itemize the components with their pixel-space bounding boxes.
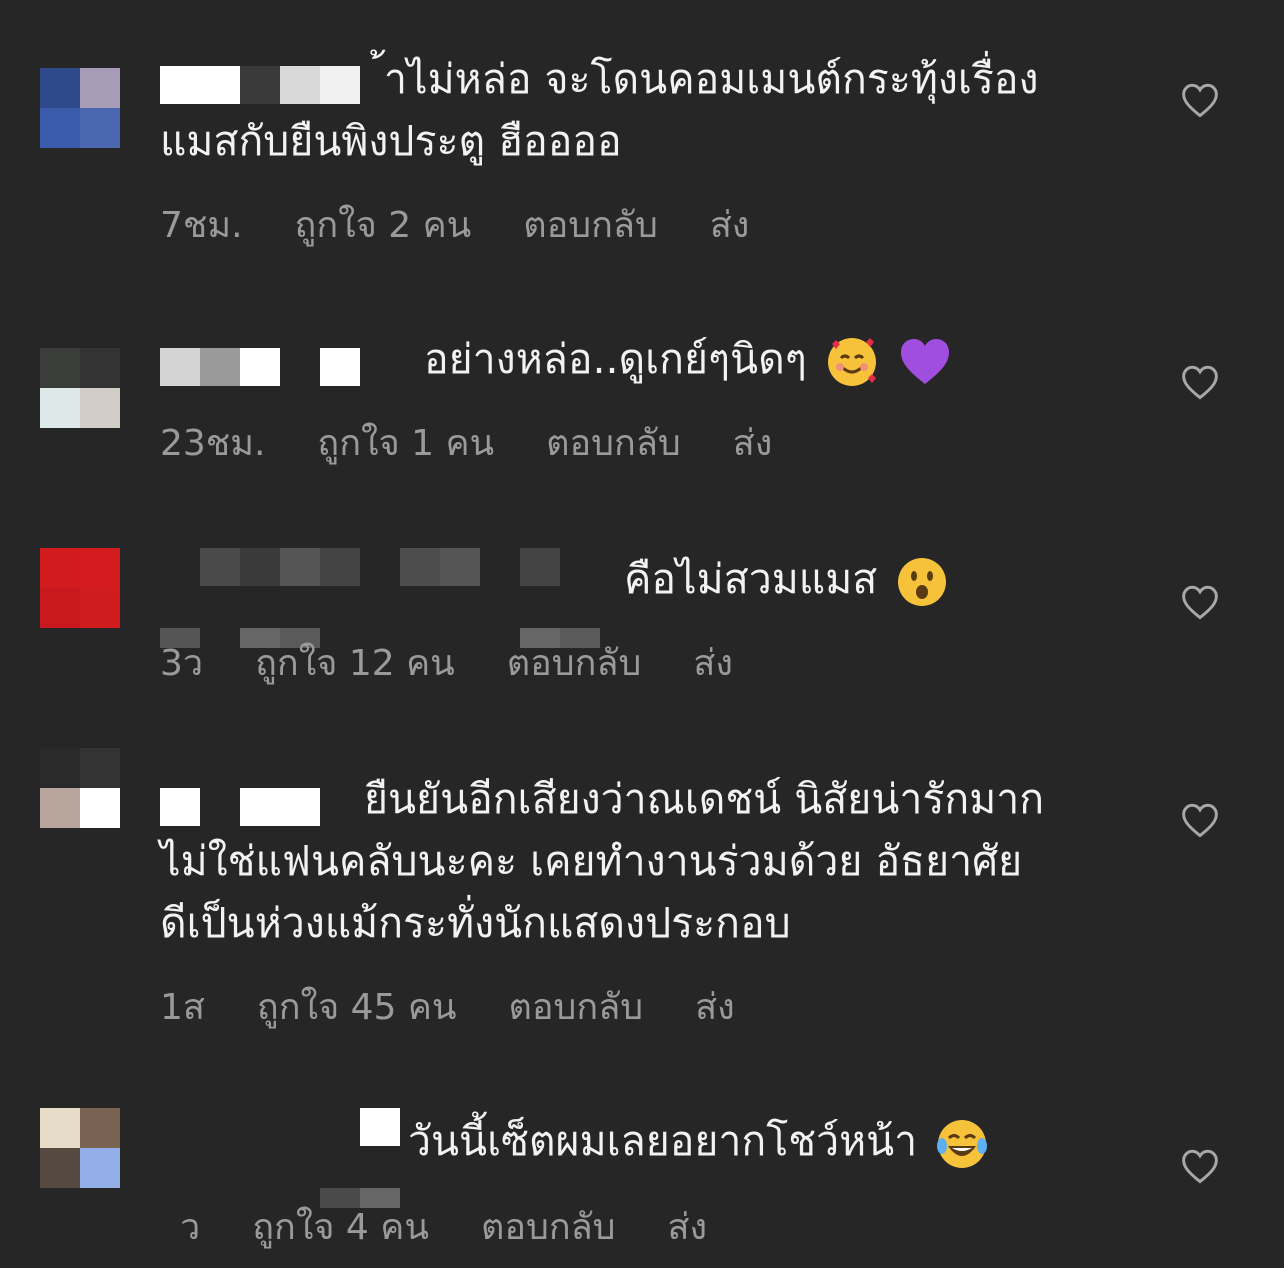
username-blurred[interactable] — [160, 788, 320, 826]
send-button[interactable]: ส่ง — [733, 414, 773, 471]
likes-count[interactable]: ถูกใจ 4 คน — [252, 1198, 429, 1255]
username-blurred[interactable] — [160, 66, 360, 104]
avatar[interactable] — [40, 548, 120, 628]
reply-button[interactable]: ตอบกลับ — [546, 414, 681, 471]
comment-text: คือไม่สวมแมส — [624, 548, 950, 610]
smiling-face-with-hearts-emoji — [827, 338, 876, 386]
comment-text: แมสกับยืนพิงประตู ฮืออออ — [160, 117, 622, 165]
comment-meta: ว ถูกใจ 4 คน ตอบกลับ ส่ง — [180, 1198, 707, 1255]
surprised-face-emoji — [898, 558, 947, 606]
comment-meta: 3ว ถูกใจ 12 คน ตอบกลับ ส่ง — [160, 634, 733, 691]
comment-time: 7ชม. — [160, 205, 243, 246]
comment-time: ว — [180, 1207, 201, 1248]
comment-time: 3ว — [160, 643, 204, 684]
send-button[interactable]: ส่ง — [695, 978, 735, 1035]
comment-meta: 1ส ถูกใจ 45 คน ตอบกลับ ส่ง — [160, 978, 735, 1035]
reply-button[interactable]: ตอบกลับ — [507, 634, 642, 691]
tears-of-joy-emoji — [937, 1120, 988, 1168]
send-button[interactable]: ส่ง — [668, 1198, 708, 1255]
heart-icon[interactable] — [1180, 584, 1220, 620]
username-blurred[interactable] — [360, 1108, 400, 1146]
likes-count[interactable]: ถูกใจ 45 คน — [257, 978, 457, 1035]
comment-text: ยืนยันอีกเสียงว่าณเดชน์ นิสัยน่ารักมาก — [364, 775, 1045, 823]
reply-button[interactable]: ตอบกลับ — [523, 196, 658, 253]
likes-count[interactable]: ถูกใจ 12 คน — [255, 634, 455, 691]
likes-count[interactable]: ถูกใจ 1 คน — [317, 414, 494, 471]
comment-text: ไม่ใช่แฟนคลับนะคะ เคยทำงานร่วมด้วย อัธยา… — [160, 837, 1023, 885]
avatar[interactable] — [40, 348, 120, 428]
avatar[interactable] — [40, 1108, 120, 1188]
heart-icon[interactable] — [1180, 802, 1220, 838]
comment-text: วันนี้เซ็ตผมเลยอยากโชว์หน้า — [408, 1110, 990, 1172]
avatar[interactable] — [40, 68, 120, 148]
comments-list: ้าไม่หล่อ จะโดนคอมเมนต์กระทุ้งเรื่อง แมส… — [0, 0, 1284, 1268]
heart-icon[interactable] — [1180, 364, 1220, 400]
comment-text: อย่างหล่อ..ดูเกย์ๆนิดๆ — [424, 328, 953, 390]
username-blurred[interactable] — [160, 348, 360, 386]
comment-meta: 7ชม. ถูกใจ 2 คน ตอบกลับ ส่ง — [160, 196, 749, 253]
avatar[interactable] — [40, 748, 120, 828]
heart-icon[interactable] — [1180, 1148, 1220, 1184]
send-button[interactable]: ส่ง — [710, 196, 750, 253]
likes-count[interactable]: ถูกใจ 2 คน — [295, 196, 472, 253]
send-button[interactable]: ส่ง — [693, 634, 733, 691]
comment-time: 1ส — [160, 987, 205, 1028]
reply-button[interactable]: ตอบกลับ — [481, 1198, 616, 1255]
comment-text: ้าไม่หล่อ จะโดนคอมเมนต์กระทุ้งเรื่อง — [384, 55, 1039, 103]
comment-text: ดีเป็นห่วงแม้กระทั่งนักแสดงประกอบ — [160, 899, 791, 947]
comment-time: 23ชม. — [160, 423, 266, 464]
comment-meta: 23ชม. ถูกใจ 1 คน ตอบกลับ ส่ง — [160, 414, 772, 471]
reply-button[interactable]: ตอบกลับ — [509, 978, 644, 1035]
heart-icon[interactable] — [1180, 82, 1220, 118]
purple-heart-emoji — [900, 339, 949, 384]
username-blurred[interactable] — [200, 548, 560, 586]
